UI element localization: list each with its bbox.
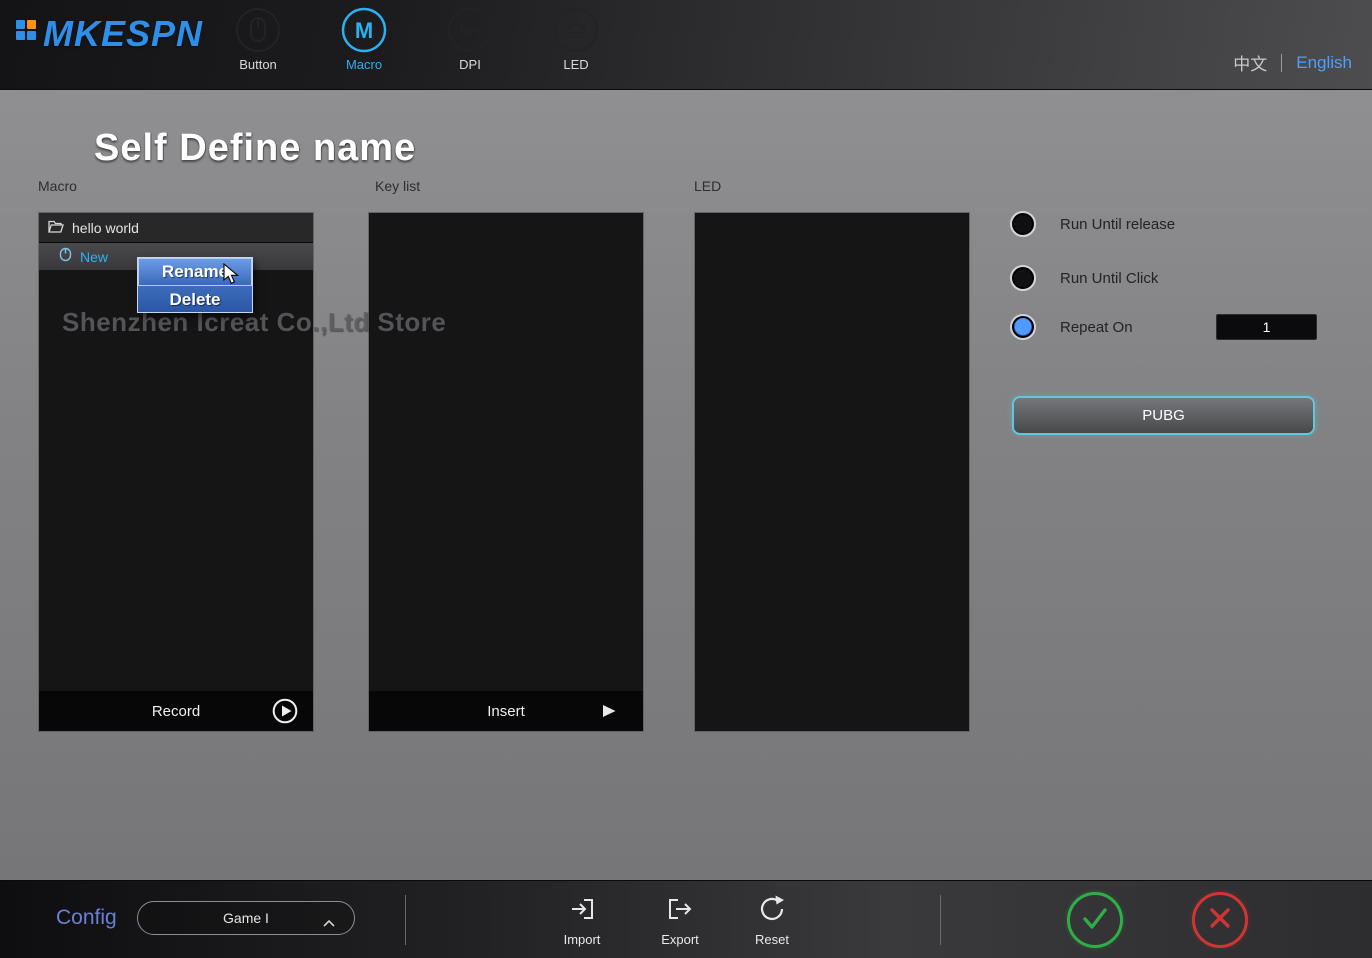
import-button[interactable]: Import — [547, 892, 617, 947]
import-label: Import — [564, 932, 601, 947]
led-panel-label: LED — [694, 178, 721, 194]
keylist-panel: Insert — [368, 212, 644, 732]
led-icon — [552, 6, 600, 54]
pubg-profile-button[interactable]: PUBG — [1012, 396, 1315, 435]
main-nav: Button M Macro DPI DPI — [218, 6, 616, 72]
macro-new-item-label: New — [80, 249, 108, 265]
export-label: Export — [661, 932, 699, 947]
language-switch: 中文 English — [1233, 50, 1352, 75]
radio-run-until-click-icon[interactable] — [1010, 265, 1036, 291]
mouse-config-app: MKESPN Button M — [0, 0, 1372, 958]
profile-select-value: Game I — [223, 910, 269, 926]
config-profile-select[interactable]: Game I — [137, 901, 355, 935]
option-run-until-release[interactable]: Run Until release — [1010, 211, 1175, 237]
nav-label-macro: Macro — [346, 57, 382, 72]
brand-logo: MKESPN — [16, 16, 203, 52]
radio-repeat-on-icon[interactable] — [1010, 314, 1036, 340]
run-until-release-label: Run Until release — [1060, 216, 1175, 233]
svg-text:DPI: DPI — [459, 23, 481, 38]
macro-folder-item[interactable]: hello world — [39, 213, 313, 243]
macro-panel-label: Macro — [38, 178, 77, 194]
chevron-up-icon — [322, 915, 336, 931]
divider — [940, 895, 941, 945]
check-icon — [1078, 901, 1112, 940]
bottom-bar: Config Game I Import — [0, 880, 1372, 958]
nav-label-led: LED — [563, 57, 588, 72]
nav-item-led[interactable]: LED — [536, 6, 616, 72]
nav-item-button[interactable]: Button — [218, 6, 298, 72]
lang-chinese[interactable]: 中文 — [1233, 50, 1267, 75]
cancel-button[interactable] — [1192, 892, 1248, 948]
reset-icon — [755, 892, 789, 931]
confirm-button[interactable] — [1067, 892, 1123, 948]
nav-label-dpi: DPI — [459, 57, 481, 72]
reset-button[interactable]: Reset — [737, 892, 807, 947]
reset-label: Reset — [755, 932, 789, 947]
repeat-on-label: Repeat On — [1060, 319, 1133, 336]
lang-divider — [1281, 54, 1282, 72]
watermark-text: Shenzhen Icreat Co.,Ltd Store — [62, 307, 446, 338]
macro-icon: M — [340, 6, 388, 54]
close-icon — [1205, 903, 1235, 938]
radio-run-until-release-icon[interactable] — [1010, 211, 1036, 237]
nav-label-button: Button — [239, 57, 277, 72]
logo-icon — [16, 20, 36, 40]
nav-item-macro[interactable]: M Macro — [324, 6, 404, 72]
keylist-panel-label: Key list — [375, 178, 420, 194]
record-play-icon — [272, 698, 298, 728]
lang-english[interactable]: English — [1296, 53, 1352, 73]
insert-button[interactable]: Insert — [369, 691, 643, 731]
mouse-button-icon — [234, 6, 282, 54]
folder-item-label: hello world — [72, 220, 139, 236]
logo-text: MKESPN — [43, 16, 203, 52]
svg-text:M: M — [355, 18, 373, 43]
record-button-label: Record — [152, 703, 200, 720]
config-label: Config — [56, 906, 117, 930]
import-icon — [565, 892, 599, 931]
repeat-count-input[interactable] — [1216, 314, 1317, 340]
export-button[interactable]: Export — [645, 892, 715, 947]
option-repeat-on[interactable]: Repeat On — [1010, 314, 1133, 340]
mouse-icon — [59, 247, 72, 267]
dpi-icon: DPI — [446, 6, 494, 54]
divider — [405, 895, 406, 945]
run-until-click-label: Run Until Click — [1060, 270, 1158, 287]
export-icon — [663, 892, 697, 931]
record-button[interactable]: Record — [39, 691, 313, 731]
annotation-title: Self Define name — [94, 127, 416, 170]
top-bar: MKESPN Button M — [0, 0, 1372, 90]
option-run-until-click[interactable]: Run Until Click — [1010, 265, 1158, 291]
context-menu-delete[interactable]: Delete — [138, 286, 252, 313]
cursor-icon — [222, 263, 240, 290]
insert-button-label: Insert — [487, 703, 525, 720]
led-panel — [694, 212, 970, 732]
nav-item-dpi[interactable]: DPI DPI — [430, 6, 510, 72]
insert-play-icon — [601, 703, 617, 723]
folder-icon — [48, 219, 64, 236]
